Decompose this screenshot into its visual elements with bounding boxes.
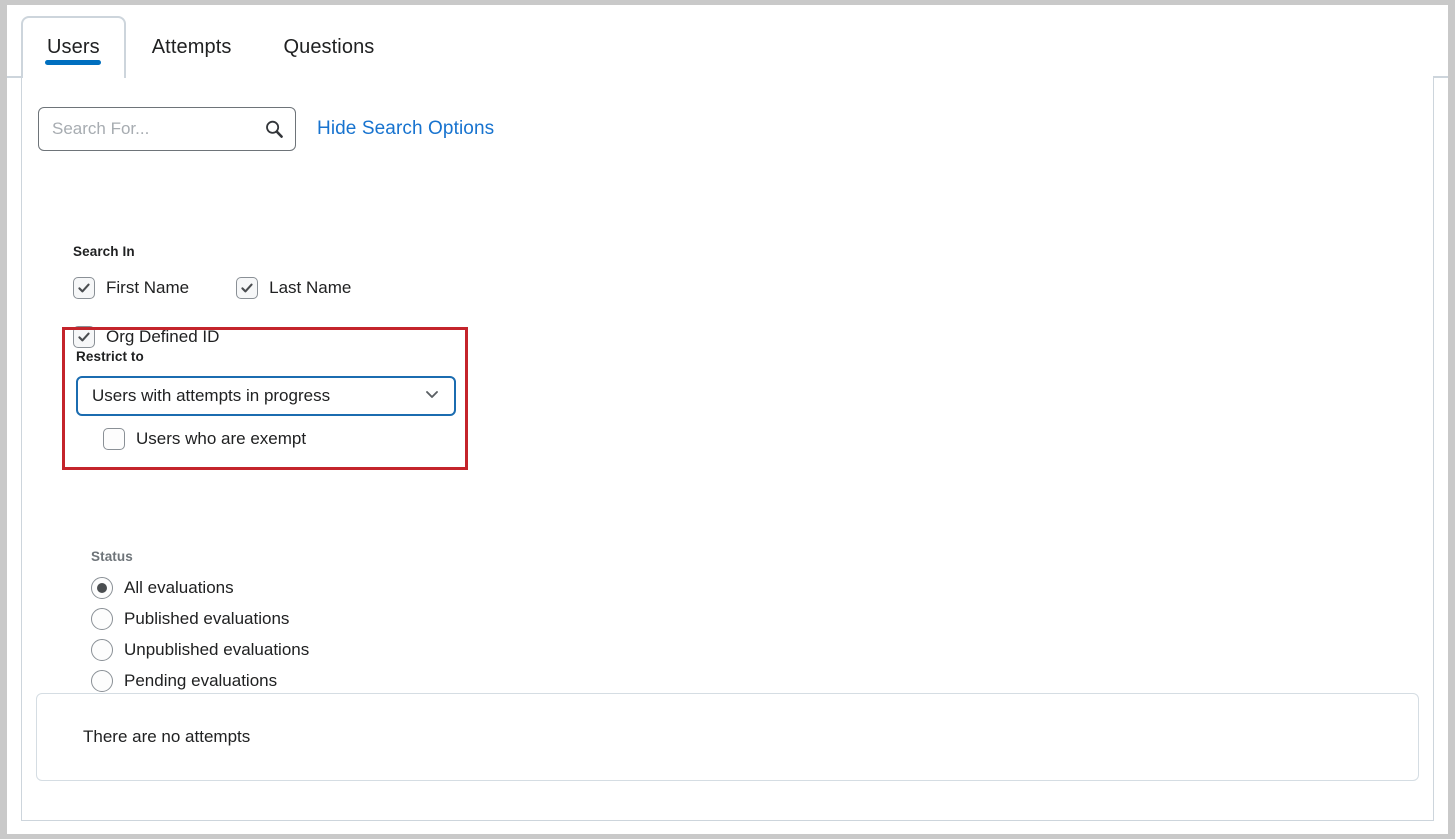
empty-results-message: There are no attempts: [83, 727, 251, 746]
restrict-to-dropdown-value: Users with attempts in progress: [92, 386, 331, 405]
radio-dot: [97, 583, 107, 593]
users-panel: Hide Search Options Search In First Name: [21, 76, 1434, 821]
search-in-row-1: First Name Last Name: [73, 271, 351, 305]
radio-all-evaluations-button[interactable]: [91, 577, 113, 599]
search-input[interactable]: [39, 108, 295, 150]
restrict-to-group: Restrict to Users with attempts in progr…: [76, 349, 456, 450]
checkbox-users-exempt-box[interactable]: [103, 428, 125, 450]
tab-users-label: Users: [47, 36, 100, 58]
tab-list: Users Attempts Questions: [21, 16, 400, 78]
tab-attempts-label: Attempts: [151, 36, 232, 58]
checkbox-last-name[interactable]: Last Name: [236, 277, 351, 299]
status-group: Status All evaluations Published evaluat…: [91, 549, 309, 696]
restrict-to-highlight: Restrict to Users with attempts in progr…: [62, 327, 468, 470]
radio-published-evaluations[interactable]: Published evaluations: [91, 604, 309, 634]
status-options: All evaluations Published evaluations Un…: [91, 573, 309, 696]
checkbox-users-exempt-label: Users who are exempt: [136, 429, 307, 448]
restrict-to-label: Restrict to: [76, 349, 144, 364]
search-row: Hide Search Options: [38, 107, 494, 151]
status-label: Status: [91, 549, 133, 564]
radio-published-evaluations-button[interactable]: [91, 608, 113, 630]
search-in-label: Search In: [73, 244, 135, 259]
checkbox-last-name-label: Last Name: [269, 278, 352, 297]
radio-pending-evaluations-button[interactable]: [91, 670, 113, 692]
restrict-to-dropdown[interactable]: Users with attempts in progress: [76, 376, 456, 416]
tab-questions-label: Questions: [283, 36, 375, 58]
checkbox-first-name[interactable]: First Name: [73, 277, 189, 299]
search-box[interactable]: [38, 107, 296, 151]
tab-active-indicator: [45, 60, 102, 65]
checkbox-users-exempt[interactable]: Users who are exempt: [103, 428, 456, 450]
app-window: Users Attempts Questions Search For... H…: [7, 5, 1448, 834]
checkbox-first-name-box[interactable]: [73, 277, 95, 299]
radio-unpublished-evaluations[interactable]: Unpublished evaluations: [91, 635, 309, 665]
radio-all-evaluations[interactable]: All evaluations: [91, 573, 309, 603]
checkbox-first-name-label: First Name: [106, 278, 190, 297]
checkbox-last-name-box[interactable]: [236, 277, 259, 299]
radio-published-evaluations-label: Published evaluations: [124, 609, 290, 628]
tab-questions[interactable]: Questions: [257, 16, 400, 78]
results-panel: There are no attempts: [36, 693, 1419, 781]
screen-background: Users Attempts Questions Search For... H…: [0, 0, 1455, 839]
radio-unpublished-evaluations-button[interactable]: [91, 639, 113, 661]
chevron-down-icon: [423, 385, 441, 408]
tab-strip: Users Attempts Questions: [7, 5, 1448, 79]
tab-users[interactable]: Users: [21, 16, 126, 78]
radio-all-evaluations-label: All evaluations: [124, 578, 234, 597]
radio-unpublished-evaluations-label: Unpublished evaluations: [124, 640, 310, 659]
hide-search-options-link[interactable]: Hide Search Options: [317, 118, 494, 140]
tab-attempts[interactable]: Attempts: [126, 16, 258, 78]
radio-pending-evaluations-label: Pending evaluations: [124, 671, 278, 690]
search-icon[interactable]: [260, 115, 288, 143]
radio-pending-evaluations[interactable]: Pending evaluations: [91, 666, 309, 696]
